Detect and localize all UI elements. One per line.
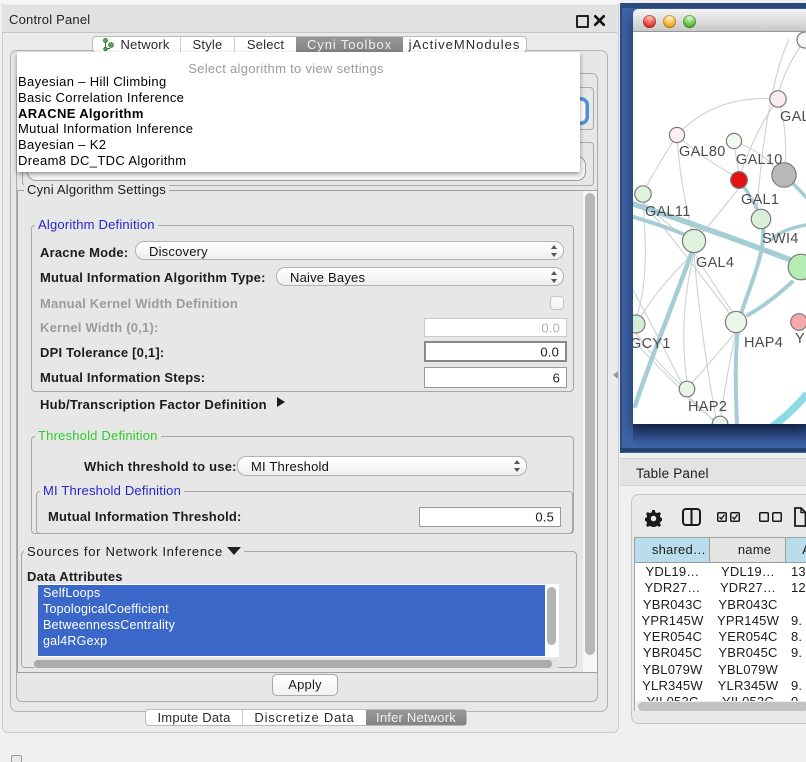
svg-text:GAL1: GAL1 xyxy=(741,192,779,208)
svg-text:GAL80: GAL80 xyxy=(679,144,726,160)
svg-text:GAL11: GAL11 xyxy=(645,204,691,220)
svg-text:Y: Y xyxy=(795,331,805,347)
svg-text:GAL10: GAL10 xyxy=(736,152,783,168)
svg-text:SWI4: SWI4 xyxy=(762,231,799,247)
svg-text:GCY1: GCY1 xyxy=(633,336,671,352)
svg-text:GAL4: GAL4 xyxy=(696,255,734,271)
svg-text:GAL: GAL xyxy=(780,109,806,125)
svg-text:HAP4: HAP4 xyxy=(744,335,783,351)
svg-text:HAP2: HAP2 xyxy=(688,399,727,415)
